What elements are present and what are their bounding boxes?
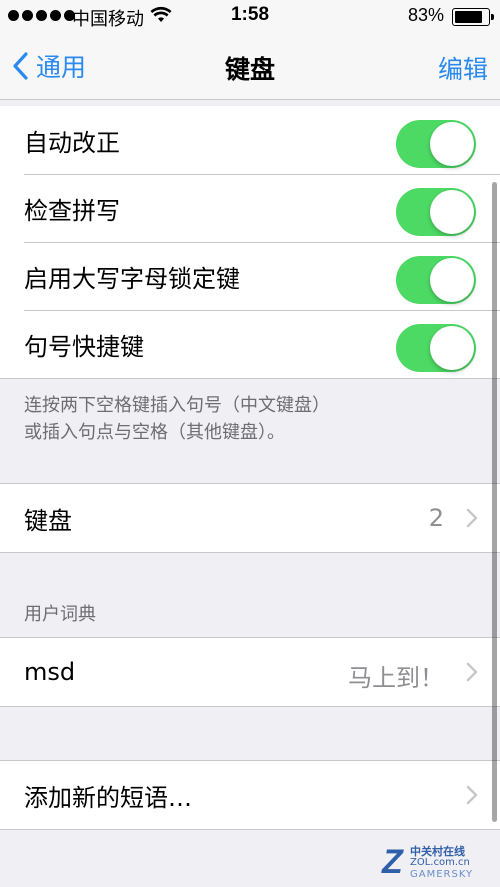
watermark-z-icon: Z (382, 843, 403, 881)
battery-percent: 83% (407, 5, 444, 25)
period-shortcut-note: 连按两下空格键插入句号（中文键盘） 或插入句点与空格（其他键盘）。 (24, 392, 484, 446)
scroll-indicator[interactable] (492, 182, 497, 822)
entry-phrase: 马上到！ (348, 664, 444, 692)
battery-icon (452, 8, 494, 26)
keyboards-count: 2 (428, 504, 444, 532)
caps-lock-switch[interactable] (396, 256, 476, 304)
switch-knob (430, 258, 474, 302)
add-phrase-row[interactable]: 添加新的短语… (0, 761, 500, 829)
chevron-right-icon (466, 785, 478, 805)
note-line-1: 连按两下空格键插入句号（中文键盘） (24, 395, 330, 416)
page-title: 键盘 (224, 55, 275, 84)
switch-knob (430, 326, 474, 370)
dictionary-group: msd 马上到！ (0, 637, 500, 707)
keyboards-row[interactable]: 键盘 2 (0, 484, 500, 552)
watermark-line-3: GAMERSKY (410, 869, 474, 880)
watermark-line-2: ZOL.com.cn (410, 857, 470, 868)
user-dictionary-header: 用户词典 (24, 604, 96, 625)
status-bar: 中国移动 1:58 83% (0, 0, 500, 34)
keyboards-group: 键盘 2 (0, 483, 500, 553)
note-line-2: 或插入句点与空格（其他键盘）。 (24, 422, 285, 443)
watermark-logo: Z 中关村在线 ZOL.com.cn GAMERSKY (382, 841, 492, 883)
switch-knob (430, 190, 474, 234)
switch-knob (430, 122, 474, 166)
add-phrase-group: 添加新的短语… (0, 760, 500, 830)
chevron-right-icon (466, 508, 478, 528)
period-shortcut-switch[interactable] (396, 324, 476, 372)
edit-button[interactable]: 编辑 (438, 50, 488, 86)
toggle-group: 自动改正 检查拼写 启用大写字母锁定键 句号快捷键 (0, 106, 500, 379)
navigation-bar: 通用 键盘 编辑 (0, 34, 500, 100)
chevron-right-icon (466, 662, 478, 682)
battery-fill (455, 11, 482, 23)
add-phrase-label: 添加新的短语… (24, 783, 192, 812)
toggle-row-auto-correct: 自动改正 (0, 106, 500, 174)
spell-check-switch[interactable] (396, 188, 476, 236)
toggle-row-caps-lock: 启用大写字母锁定键 (0, 242, 500, 310)
dictionary-entry-row[interactable]: msd 马上到！ (0, 638, 500, 706)
toggle-row-period-shortcut: 句号快捷键 (0, 310, 500, 378)
toggle-row-spell-check: 检查拼写 (0, 174, 500, 242)
auto-correct-switch[interactable] (396, 120, 476, 168)
